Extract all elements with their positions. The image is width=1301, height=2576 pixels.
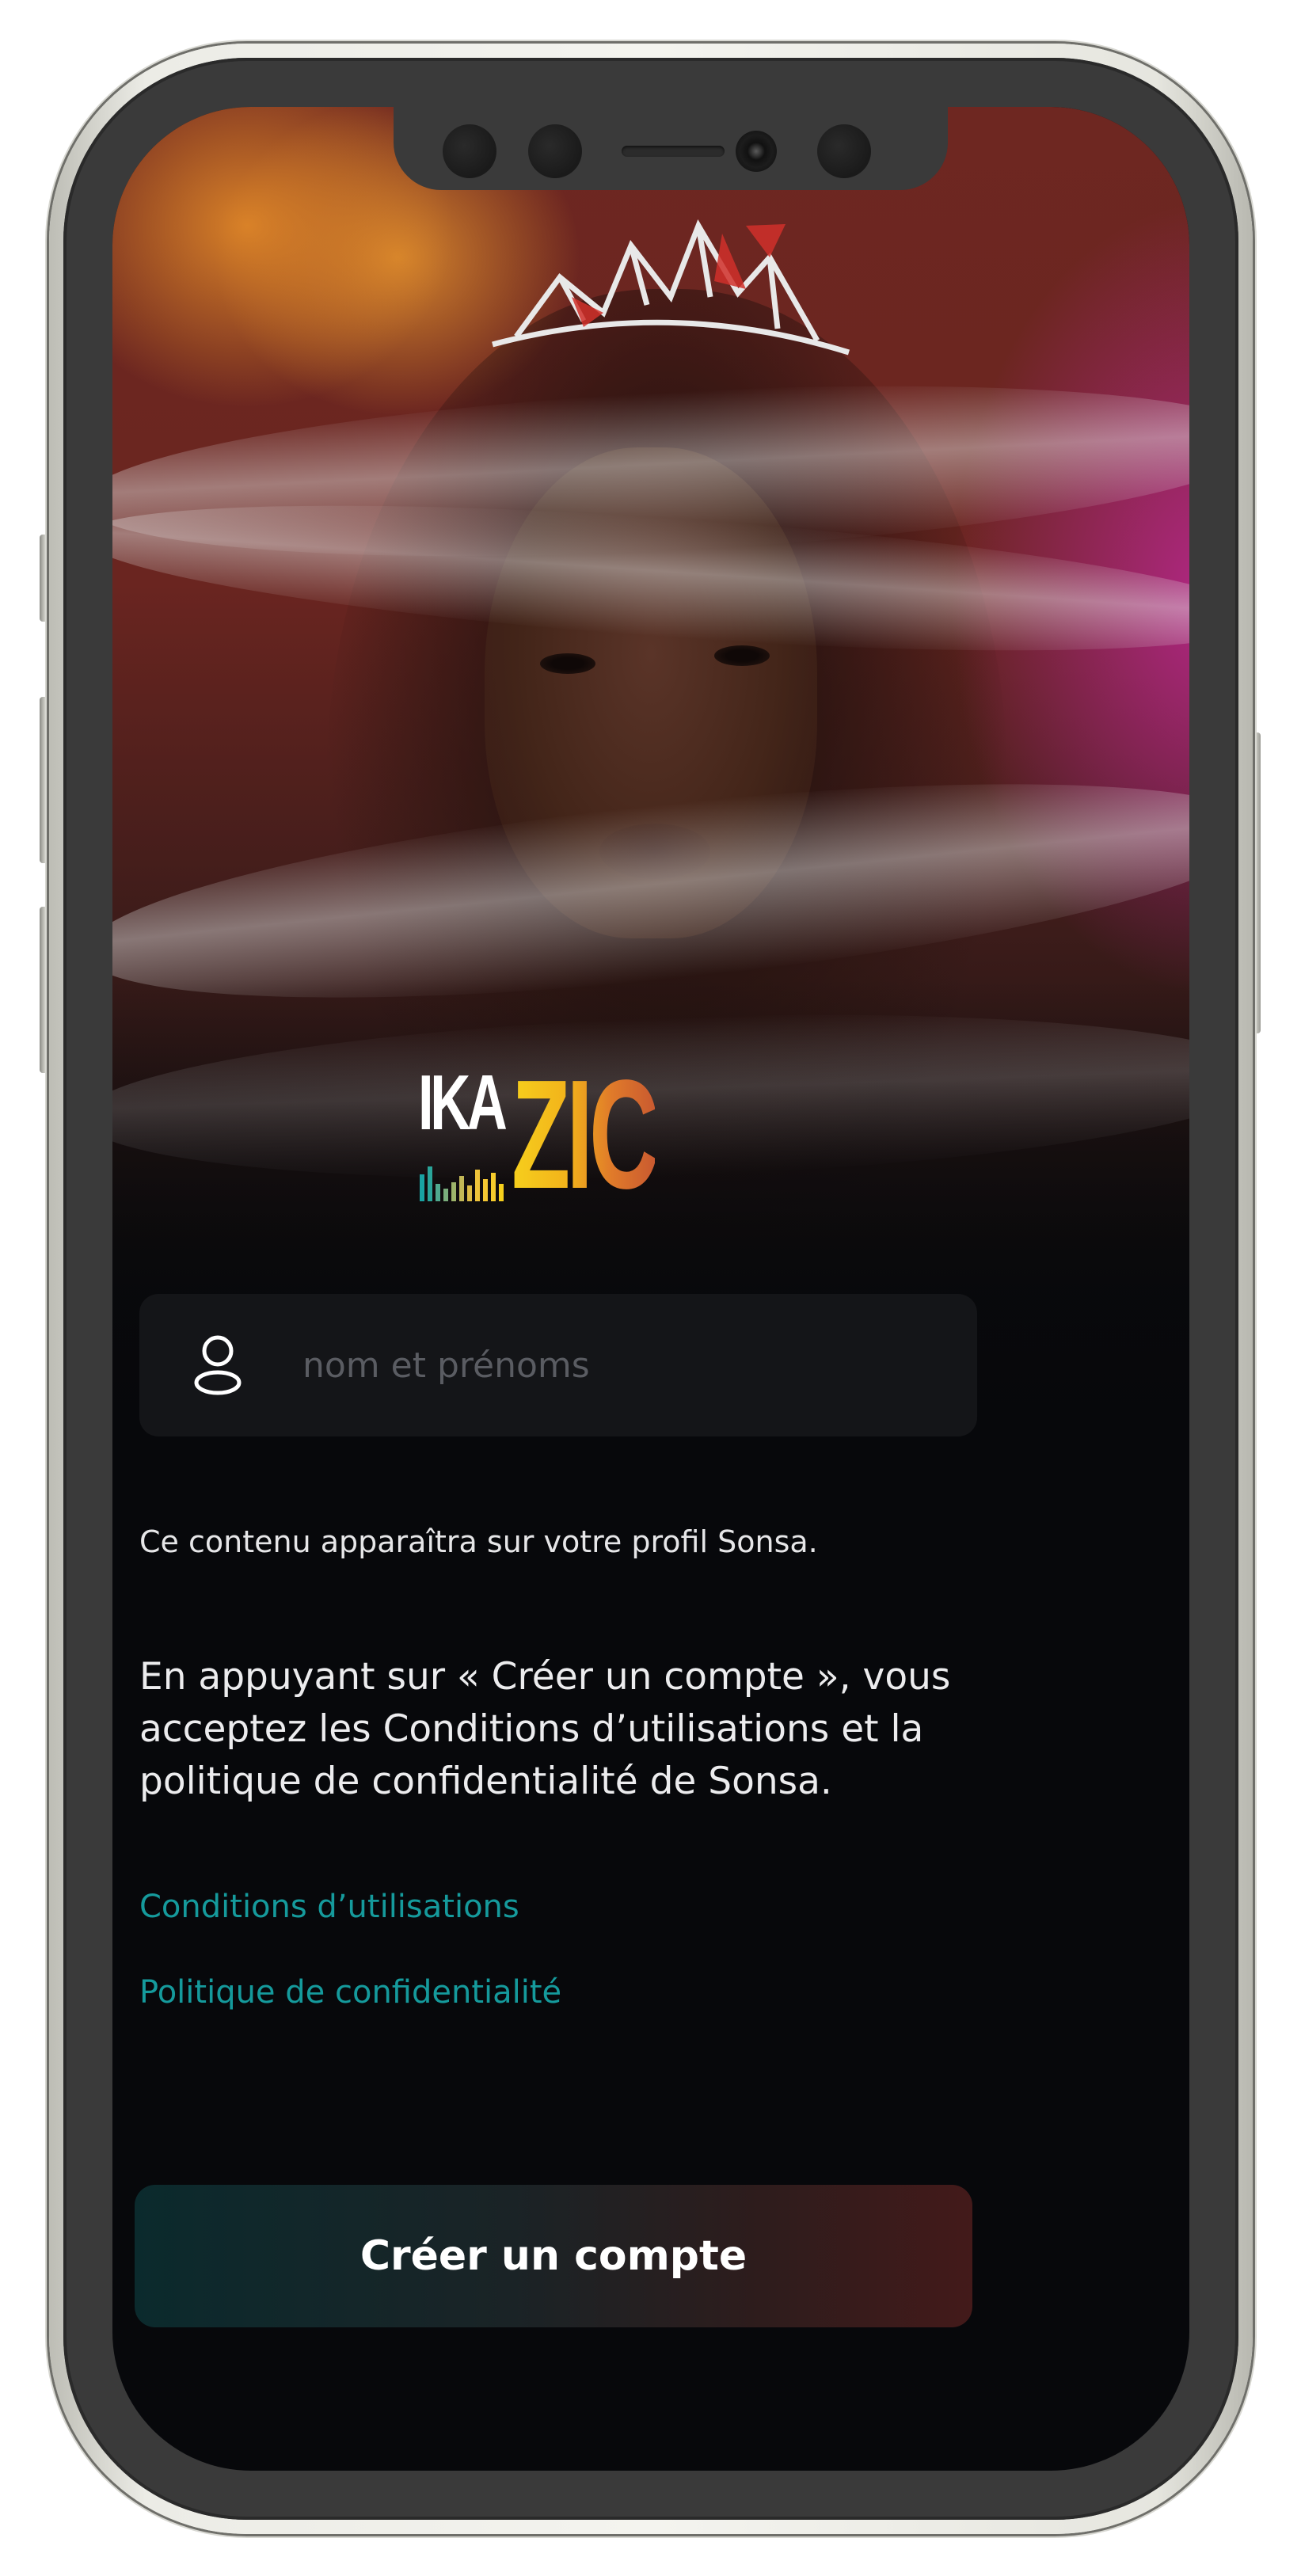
- hero-artwork: [112, 107, 1189, 1485]
- phone-bezel: [63, 58, 1238, 2520]
- logo-text-ika: IKA: [418, 1059, 508, 1146]
- user-icon: [194, 1335, 242, 1395]
- equalizer-icon: [420, 1166, 504, 1201]
- sensor-dot: [528, 124, 582, 178]
- earpiece-speaker: [622, 146, 725, 157]
- hero-right-eye: [714, 645, 770, 666]
- app-screen: [112, 107, 1189, 2471]
- phone-frame: [49, 44, 1253, 2534]
- ikazic-logo: IKA ZIC: [418, 1057, 687, 1212]
- logo-text-zic: ZIC: [512, 1048, 659, 1221]
- front-camera: [736, 131, 777, 172]
- hero-left-eye: [540, 653, 595, 674]
- crown-icon: [492, 219, 850, 356]
- privacy-link[interactable]: Politique de confidentialité: [139, 1974, 561, 2011]
- helper-text: Ce contenu apparaîtra sur votre profil S…: [139, 1524, 818, 1559]
- create-account-button[interactable]: Créer un compte: [135, 2185, 972, 2327]
- conditions-link[interactable]: Conditions d’utilisations: [139, 1889, 519, 1925]
- name-field[interactable]: [139, 1294, 977, 1436]
- sensor-dot: [443, 124, 496, 178]
- sensor-dot: [817, 124, 871, 178]
- terms-text: En appuyant sur « Créer un compte », vou…: [139, 1655, 951, 1803]
- name-input[interactable]: [301, 1344, 977, 1387]
- notch: [394, 107, 948, 190]
